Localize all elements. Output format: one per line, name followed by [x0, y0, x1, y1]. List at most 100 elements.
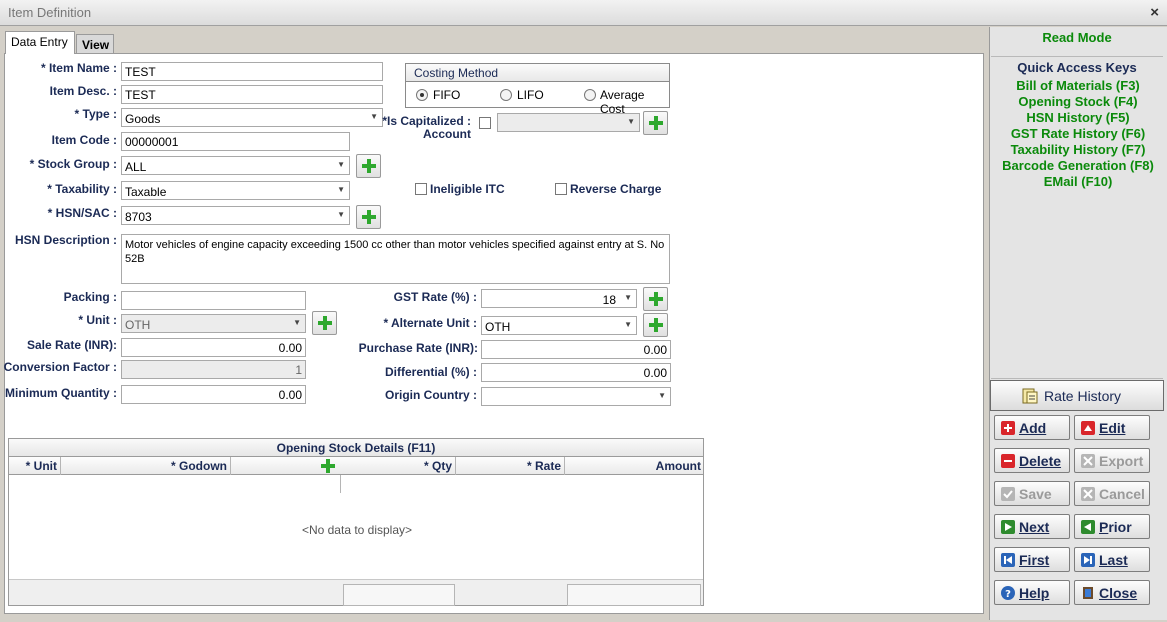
last-button[interactable]: Last	[1074, 547, 1150, 572]
prior-icon	[1081, 520, 1095, 534]
alternate-unit-select[interactable]: OTH ▼	[481, 316, 637, 335]
add-stock-group-button[interactable]	[356, 154, 381, 178]
add-alternate-unit-button[interactable]	[643, 313, 668, 337]
rate-history-button[interactable]: Rate History	[990, 380, 1164, 411]
footer-qty-total	[343, 584, 455, 606]
column-godown[interactable]: * Godown	[61, 457, 231, 475]
hsn-sac-label: * HSN/SAC :	[47, 206, 117, 220]
export-label: Export	[1099, 453, 1144, 469]
stock-group-label: * Stock Group :	[29, 157, 117, 171]
delete-icon	[1001, 454, 1015, 468]
close-button[interactable]: Close	[1074, 580, 1150, 605]
sidebar-divider	[991, 378, 1163, 379]
help-button[interactable]: ? Help	[994, 580, 1070, 605]
edit-button[interactable]: Edit	[1074, 415, 1150, 440]
delete-label: Delete	[1019, 453, 1062, 469]
add-label: Add	[1019, 420, 1047, 436]
item-desc-field[interactable]	[121, 85, 383, 104]
rate-history-icon	[1022, 388, 1038, 404]
grid-footer	[9, 579, 703, 606]
last-label: Last	[1099, 552, 1128, 568]
quick-email[interactable]: EMail (F10)	[990, 174, 1166, 189]
gst-rate-select[interactable]: 18 ▼	[481, 289, 637, 308]
add-account-button[interactable]	[643, 111, 668, 135]
save-label: Save	[1019, 486, 1052, 502]
unit-value: OTH	[125, 318, 151, 332]
type-select[interactable]: Goods ▼	[121, 108, 383, 127]
lifo-label: LIFO	[517, 88, 544, 102]
column-unit[interactable]: * Unit	[9, 457, 61, 475]
quick-barcode-generation[interactable]: Barcode Generation (F8)	[990, 158, 1166, 173]
rate-history-label: Rate History	[1044, 388, 1122, 404]
next-button[interactable]: Next	[994, 514, 1070, 539]
opening-stock-header-row: * Unit * Godown * Qty * Rate Amount	[9, 457, 703, 475]
item-name-field[interactable]	[121, 62, 383, 81]
item-code-field[interactable]	[121, 132, 350, 151]
first-button[interactable]: First	[994, 547, 1070, 572]
conversion-factor-label: Conversion Factor :	[3, 360, 117, 374]
green-plus-icon	[649, 318, 663, 332]
chevron-down-icon: ▼	[337, 185, 345, 194]
cancel-button[interactable]: Cancel	[1074, 481, 1150, 506]
next-icon	[1001, 520, 1015, 534]
quick-hsn-history[interactable]: HSN History (F5)	[990, 110, 1166, 125]
window-title: Item Definition	[8, 5, 92, 20]
hsn-description-field[interactable]: Motor vehicles of engine capacity exceed…	[121, 234, 670, 284]
stock-group-select[interactable]: ALL ▼	[121, 156, 350, 175]
add-godown-icon[interactable]	[320, 458, 336, 474]
taxability-select[interactable]: Taxable ▼	[121, 181, 350, 200]
opening-stock-caption: Opening Stock Details (F11)	[9, 439, 703, 457]
chevron-down-icon: ▼	[337, 210, 345, 219]
tab-view[interactable]: View	[76, 34, 114, 53]
packing-field[interactable]	[121, 291, 306, 310]
is-capitalized-checkbox[interactable]	[479, 117, 491, 129]
account-select[interactable]: ▼	[497, 113, 640, 132]
add-icon	[1001, 421, 1015, 435]
type-value: Goods	[125, 112, 161, 126]
lifo-radio[interactable]	[500, 89, 512, 101]
export-button[interactable]: Export	[1074, 448, 1150, 473]
fifo-label: FIFO	[433, 88, 461, 102]
quick-opening-stock[interactable]: Opening Stock (F4)	[990, 94, 1166, 109]
differential-field[interactable]	[481, 363, 671, 382]
origin-country-select[interactable]: ▼	[481, 387, 671, 406]
is-capitalized-label: *Is Capitalized :	[382, 114, 471, 128]
add-hsn-button[interactable]	[356, 205, 381, 229]
quick-taxability-history[interactable]: Taxability History (F7)	[990, 142, 1166, 157]
close-label: Close	[1099, 585, 1138, 601]
conversion-factor-field[interactable]	[121, 360, 306, 379]
hsn-sac-value: 8703	[125, 210, 152, 224]
close-icon[interactable]: ×	[1150, 4, 1159, 21]
ineligible-itc-checkbox[interactable]	[415, 183, 427, 195]
delete-button[interactable]: Delete	[994, 448, 1070, 473]
tab-data-entry[interactable]: Data Entry	[5, 31, 75, 54]
column-qty[interactable]: * Qty	[341, 457, 456, 475]
reverse-charge-checkbox[interactable]	[555, 183, 567, 195]
add-button[interactable]: Add	[994, 415, 1070, 440]
unit-select[interactable]: OTH ▼	[121, 314, 306, 333]
prior-label: Prior	[1099, 519, 1132, 535]
item-desc-label: Item Desc. :	[49, 84, 117, 98]
sale-rate-field[interactable]	[121, 338, 306, 357]
minimum-quantity-field[interactable]	[121, 385, 306, 404]
save-icon	[1001, 487, 1015, 501]
chevron-down-icon: ▼	[624, 293, 632, 302]
item-name-label: * Item Name :	[40, 61, 117, 75]
save-button[interactable]: Save	[994, 481, 1070, 506]
fifo-radio[interactable]	[416, 89, 428, 101]
column-amount[interactable]: Amount	[565, 457, 704, 475]
purchase-rate-field[interactable]	[481, 340, 671, 359]
empty-grid-message: <No data to display>	[301, 523, 413, 537]
average-cost-radio[interactable]	[584, 89, 596, 101]
help-label: Help	[1019, 585, 1050, 601]
hsn-sac-select[interactable]: 8703 ▼	[121, 206, 350, 225]
green-plus-icon	[649, 292, 663, 306]
prior-button[interactable]: Prior	[1074, 514, 1150, 539]
svg-text:?: ?	[1005, 589, 1011, 600]
quick-gst-rate-history[interactable]: GST Rate History (F6)	[990, 126, 1166, 141]
quick-bill-of-materials[interactable]: Bill of Materials (F3)	[990, 78, 1166, 93]
add-gst-rate-button[interactable]	[643, 287, 668, 311]
green-plus-icon	[649, 116, 663, 130]
column-rate[interactable]: * Rate	[456, 457, 565, 475]
taxability-label: * Taxability :	[47, 182, 117, 196]
